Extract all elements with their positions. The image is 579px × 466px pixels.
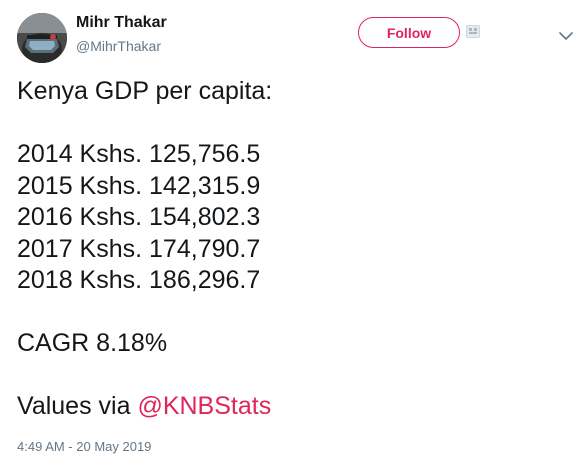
tweet-heading: Kenya GDP per capita: [17, 77, 273, 105]
tweet-spacer [17, 297, 272, 329]
mention-link[interactable]: @KNBStats [137, 392, 271, 420]
user-handle[interactable]: @MihrThakar [76, 38, 161, 54]
avatar-vr-headset-icon [17, 13, 67, 63]
display-name[interactable]: Mihr Thakar [76, 14, 167, 32]
source-line: Values via @KNBStats [17, 391, 272, 423]
source-prefix: Values via [17, 392, 138, 420]
tweet-timestamp[interactable]: 4:49 AM - 20 May 2019 [17, 439, 151, 454]
gdp-row: 2018 Kshs. 186,296.7 [17, 266, 261, 294]
follow-button[interactable]: Follow [358, 17, 460, 48]
tweet-card: Mihr Thakar @MihrThakar Follow Kenya GDP… [0, 0, 579, 466]
tweet-spacer [17, 108, 272, 140]
gdp-row: 2016 Kshs. 154,802.3 [17, 203, 261, 231]
gdp-row: 2014 Kshs. 125,756.5 [17, 140, 261, 168]
gdp-row: 2017 Kshs. 174,790.7 [17, 234, 261, 263]
follow-options-icon[interactable] [466, 25, 480, 38]
cagr-line: CAGR 8.18% [17, 329, 168, 357]
avatar[interactable] [17, 13, 67, 63]
chevron-down-icon[interactable] [559, 28, 573, 40]
tweet-text: Kenya GDP per capita: 2014 Kshs. 125,756… [17, 76, 272, 423]
gdp-row: 2015 Kshs. 142,315.9 [17, 171, 261, 200]
tweet-spacer [17, 360, 272, 392]
